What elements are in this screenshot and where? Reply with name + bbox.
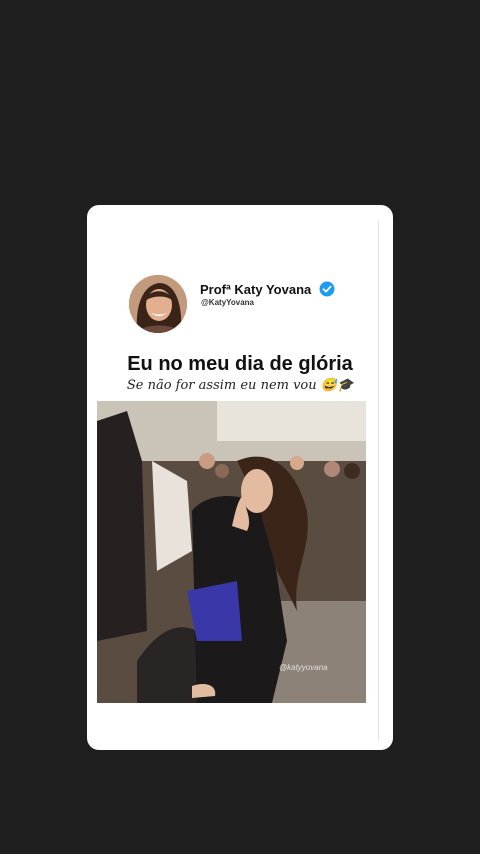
author-name-row: Profª Katy Yovana: [200, 279, 335, 299]
post-card: Profª Katy Yovana @KatyYovana Eu no meu …: [87, 205, 393, 750]
author-handle[interactable]: @KatyYovana: [201, 298, 254, 307]
post-title: Eu no meu dia de glória: [127, 353, 353, 375]
video-player[interactable]: @katyyovana: [97, 401, 366, 703]
author-avatar[interactable]: [129, 275, 187, 333]
post-subtitle: Se não for assim eu nem vou 😅🎓: [126, 378, 354, 393]
verified-badge-icon: [319, 281, 335, 297]
card-divider: [378, 221, 379, 741]
video-watermark: @katyyovana: [279, 663, 328, 672]
video-frame: [97, 401, 366, 703]
author-name[interactable]: Profª Katy Yovana: [200, 282, 311, 297]
